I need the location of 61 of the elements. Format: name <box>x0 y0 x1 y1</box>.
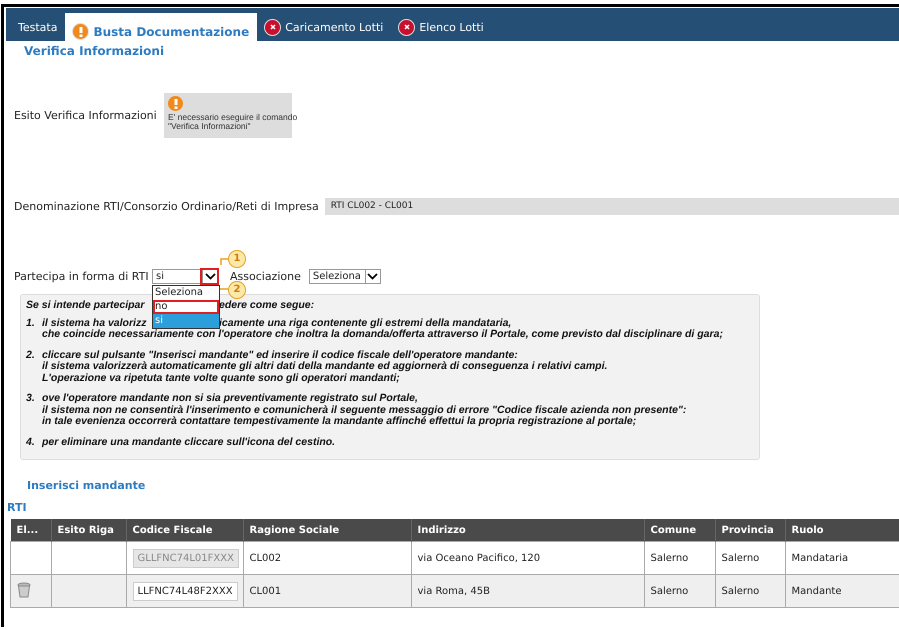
warning-icon <box>168 96 183 111</box>
tax-code-field[interactable]: LLFNC74L48F2XXX <box>132 582 238 600</box>
column-header: Provincia <box>715 519 785 542</box>
table-cell: Mandataria <box>792 552 848 564</box>
section-title: Verifica Informazioni <box>24 44 166 58</box>
table-cell: CL002 <box>250 552 282 564</box>
item-number: 2. <box>26 350 36 362</box>
instruction-text: cliccare sul pulsante "Inserisci mandante" ed inserire il codice fiscale dell'operatore mandante: <box>42 350 518 360</box>
column-header: Ragione Sociale <box>243 519 411 542</box>
dropdown-option[interactable]: Seleziona <box>153 286 219 300</box>
dropdown-field[interactable]: si <box>152 268 218 284</box>
error-icon <box>399 20 414 34</box>
instruction-text: che coincide necessariamente con l'operatore che inoltra la domanda/offerta attraverso il Portale, come previsto dal disciplinare di gara; <box>42 329 723 340</box>
error-icon <box>265 20 280 34</box>
table-cell: Salerno <box>722 586 760 596</box>
field-label: Denominazione RTI/Consorzio Ordinario/Reti di Impresa <box>14 200 319 213</box>
column-header: Comune <box>644 519 715 542</box>
instruction-text: icamente una riga contenente gli estremi della mandataria, <box>219 318 512 328</box>
instruction-text: il sistema ha valorizz <box>42 318 148 329</box>
table-cell: via Roma, 45B <box>418 586 490 596</box>
instruction-text: L'operazione va ripetuta tante volte quante sono gli operatori mandanti; <box>42 372 400 384</box>
instruction-text: il sistema non ne consentirà l'inserimento e comunicherà il seguente messaggio di errore "Codice fiscale azienda non presente": <box>42 404 686 416</box>
column-header: El... <box>10 519 51 542</box>
field-label: Esito Verifica Informazioni <box>14 109 158 122</box>
instruction-text: il sistema valorizzerà automaticamente gli altri dati della mandante ed aggiornerà di conseguenza i relativi campi. <box>42 361 608 372</box>
column-header: Indirizzo <box>411 519 644 542</box>
callout-marker: 1 <box>228 250 246 268</box>
field-label: Partecipa in forma di RTI <box>14 270 150 282</box>
tab[interactable]: Testata <box>10 13 66 41</box>
item-number: 1. <box>26 318 36 330</box>
item-number: 4. <box>26 436 36 448</box>
instruction-text: edere come segue: <box>219 300 314 312</box>
readonly-field: RTI CL002 - CL001 <box>324 198 899 215</box>
insert-mandante-link[interactable]: Inserisci mandante <box>27 479 899 492</box>
table-cell: Salerno <box>722 552 760 564</box>
dropdown-option[interactable]: no <box>153 300 219 314</box>
instruction-text: in tale evenienza occorrerà contattare tempestivamente la mandante affinché effettui la propria registrazione al portale; <box>42 416 636 428</box>
column-header: Ruolo <box>785 519 899 542</box>
tab[interactable]: Elenco Lotti <box>391 13 492 41</box>
table-title: RTI <box>7 501 28 514</box>
status-message: E' necessario eseguire il comando "Verifica Informazioni" <box>168 113 298 131</box>
table-cell: Salerno <box>650 586 688 596</box>
tab[interactable]: Busta Documentazione <box>65 13 258 41</box>
item-number: 3. <box>26 393 36 406</box>
instruction-text: Se si intende partecipar <box>26 300 146 312</box>
tab[interactable]: Caricamento Lotti <box>257 13 392 41</box>
trash-icon[interactable] <box>17 582 31 598</box>
table-cell: Salerno <box>650 552 688 564</box>
field-label: Associazione <box>230 270 301 282</box>
instruction-text: per eliminare una mandante cliccare sull'icona del cestino. <box>42 436 336 448</box>
table-cell: via Oceano Pacifico, 120 <box>418 552 540 564</box>
column-header: Codice Fiscale <box>126 519 243 542</box>
chevron-icon[interactable] <box>364 270 380 282</box>
instruction-text: ove l'operatore mandante non si sia preventivamente registrato sul Portale, <box>42 393 418 404</box>
column-header: Esito Riga <box>51 519 126 542</box>
table-cell: Mandante <box>792 586 842 596</box>
dropdown-field[interactable]: Seleziona <box>308 268 381 284</box>
callout-marker: 2 <box>228 280 246 298</box>
warning-icon <box>73 24 88 39</box>
table-cell: CL001 <box>250 586 282 596</box>
chevron-icon[interactable] <box>202 270 217 282</box>
